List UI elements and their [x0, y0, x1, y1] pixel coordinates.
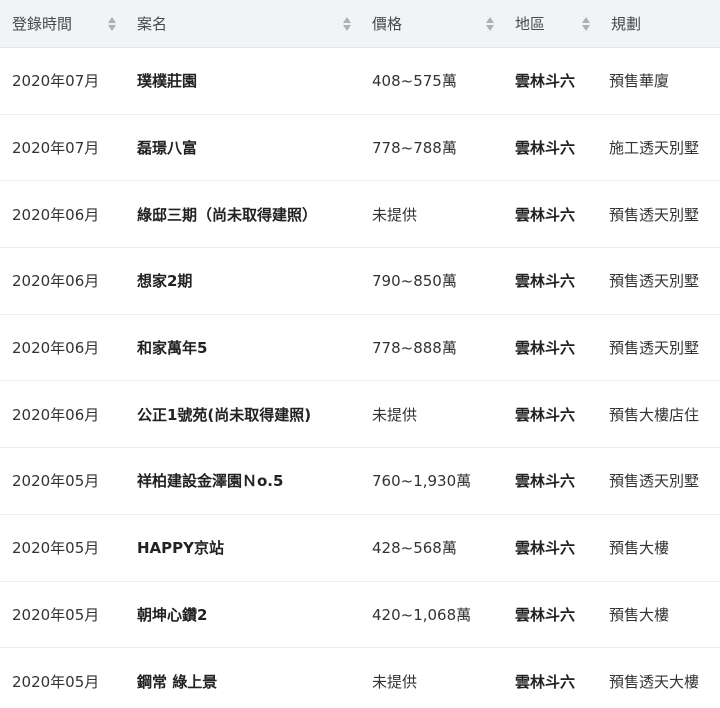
cell-plan: 預售透天別墅	[609, 272, 700, 291]
table-row[interactable]: 2020年06月 公正1號苑(尚未取得建照) 未提供 雲林斗六 預售大樓店住	[0, 381, 720, 449]
cell-date: 2020年05月	[12, 605, 100, 624]
cell-name[interactable]: 祥柏建設金澤園Ｎo.5	[125, 448, 360, 514]
cell-plan: 預售透天大樓	[609, 673, 700, 692]
cell-date: 2020年05月	[12, 673, 100, 692]
table-row[interactable]: 2020年06月 和家萬年5 778~888萬 雲林斗六 預售透天別墅	[0, 315, 720, 382]
cell-price: 未提供	[372, 205, 418, 224]
column-header-area[interactable]: 地區	[503, 0, 599, 47]
cell-name[interactable]: 朝坤心鑽2	[125, 582, 360, 648]
column-header-label: 價格	[372, 15, 403, 33]
sort-icon[interactable]	[581, 16, 591, 32]
cell-area: 雲林斗六	[515, 405, 576, 424]
column-header-label: 登錄時間	[12, 15, 73, 33]
cell-date: 2020年05月	[12, 472, 100, 491]
cell-area: 雲林斗六	[515, 673, 576, 692]
cell-plan: 預售透天別墅	[609, 205, 700, 224]
table-row[interactable]: 2020年05月 朝坤心鑽2 420~1,068萬 雲林斗六 預售大樓	[0, 582, 720, 649]
listing-table: 登錄時間 案名 價格 地區 規劃 2020年07月 璞樸莊園 408~575萬 …	[0, 0, 720, 708]
table-row[interactable]: 2020年05月 鋼常 綠上景 未提供 雲林斗六 預售透天大樓	[0, 648, 720, 708]
column-header-label: 地區	[515, 15, 546, 33]
column-header-name[interactable]: 案名	[125, 0, 360, 47]
cell-date: 2020年07月	[12, 139, 100, 158]
cell-price: 428~568萬	[372, 539, 457, 558]
cell-price: 778~888萬	[372, 339, 457, 358]
cell-area: 雲林斗六	[515, 139, 576, 158]
cell-name[interactable]: HAPPY京站	[125, 515, 360, 581]
cell-price: 未提供	[372, 405, 418, 424]
cell-name[interactable]: 璞樸莊園	[125, 48, 360, 114]
cell-name[interactable]: 想家2期	[125, 248, 360, 314]
cell-area: 雲林斗六	[515, 205, 576, 224]
cell-area: 雲林斗六	[515, 72, 576, 91]
table-row[interactable]: 2020年05月 HAPPY京站 428~568萬 雲林斗六 預售大樓	[0, 515, 720, 582]
cell-plan: 預售大樓店住	[609, 405, 700, 424]
cell-price: 760~1,930萬	[372, 472, 472, 491]
table-row[interactable]: 2020年06月 想家2期 790~850萬 雲林斗六 預售透天別墅	[0, 248, 720, 315]
cell-price: 420~1,068萬	[372, 605, 472, 624]
table-row[interactable]: 2020年06月 綠邸三期（尚未取得建照） 未提供 雲林斗六 預售透天別墅	[0, 181, 720, 249]
cell-price: 790~850萬	[372, 272, 457, 291]
cell-price: 778~788萬	[372, 139, 457, 158]
cell-plan: 預售透天別墅	[609, 339, 700, 358]
cell-plan: 預售大樓	[609, 605, 670, 624]
column-header-label: 規劃	[611, 15, 642, 33]
column-header-price[interactable]: 價格	[360, 0, 503, 47]
cell-price: 未提供	[372, 673, 418, 692]
cell-name[interactable]: 鋼常 綠上景	[125, 648, 360, 708]
cell-name[interactable]: 磊璟八富	[125, 115, 360, 181]
cell-date: 2020年06月	[12, 405, 100, 424]
cell-name[interactable]: 和家萬年5	[125, 315, 360, 381]
table-row[interactable]: 2020年07月 磊璟八富 778~788萬 雲林斗六 施工透天別墅	[0, 115, 720, 182]
column-header-plan: 規劃	[599, 0, 720, 47]
table-body: 2020年07月 璞樸莊園 408~575萬 雲林斗六 預售華廈 2020年07…	[0, 48, 720, 708]
cell-plan: 施工透天別墅	[609, 139, 700, 158]
cell-area: 雲林斗六	[515, 605, 576, 624]
cell-area: 雲林斗六	[515, 272, 576, 291]
column-header-label: 案名	[137, 15, 168, 33]
cell-area: 雲林斗六	[515, 539, 576, 558]
cell-plan: 預售大樓	[609, 539, 670, 558]
sort-icon[interactable]	[485, 16, 495, 32]
cell-area: 雲林斗六	[515, 472, 576, 491]
cell-plan: 預售透天別墅	[609, 472, 700, 491]
cell-area: 雲林斗六	[515, 339, 576, 358]
cell-name[interactable]: 公正1號苑(尚未取得建照)	[125, 381, 360, 447]
cell-price: 408~575萬	[372, 72, 457, 91]
table-row[interactable]: 2020年07月 璞樸莊園 408~575萬 雲林斗六 預售華廈	[0, 48, 720, 115]
sort-icon[interactable]	[342, 16, 352, 32]
cell-date: 2020年06月	[12, 272, 100, 291]
cell-date: 2020年05月	[12, 539, 100, 558]
column-header-date[interactable]: 登錄時間	[0, 0, 125, 47]
sort-icon[interactable]	[107, 16, 117, 32]
cell-date: 2020年07月	[12, 72, 100, 91]
cell-date: 2020年06月	[12, 339, 100, 358]
cell-date: 2020年06月	[12, 205, 100, 224]
table-header: 登錄時間 案名 價格 地區 規劃	[0, 0, 720, 48]
cell-plan: 預售華廈	[609, 72, 670, 91]
table-row[interactable]: 2020年05月 祥柏建設金澤園Ｎo.5 760~1,930萬 雲林斗六 預售透…	[0, 448, 720, 515]
cell-name[interactable]: 綠邸三期（尚未取得建照）	[125, 181, 360, 247]
